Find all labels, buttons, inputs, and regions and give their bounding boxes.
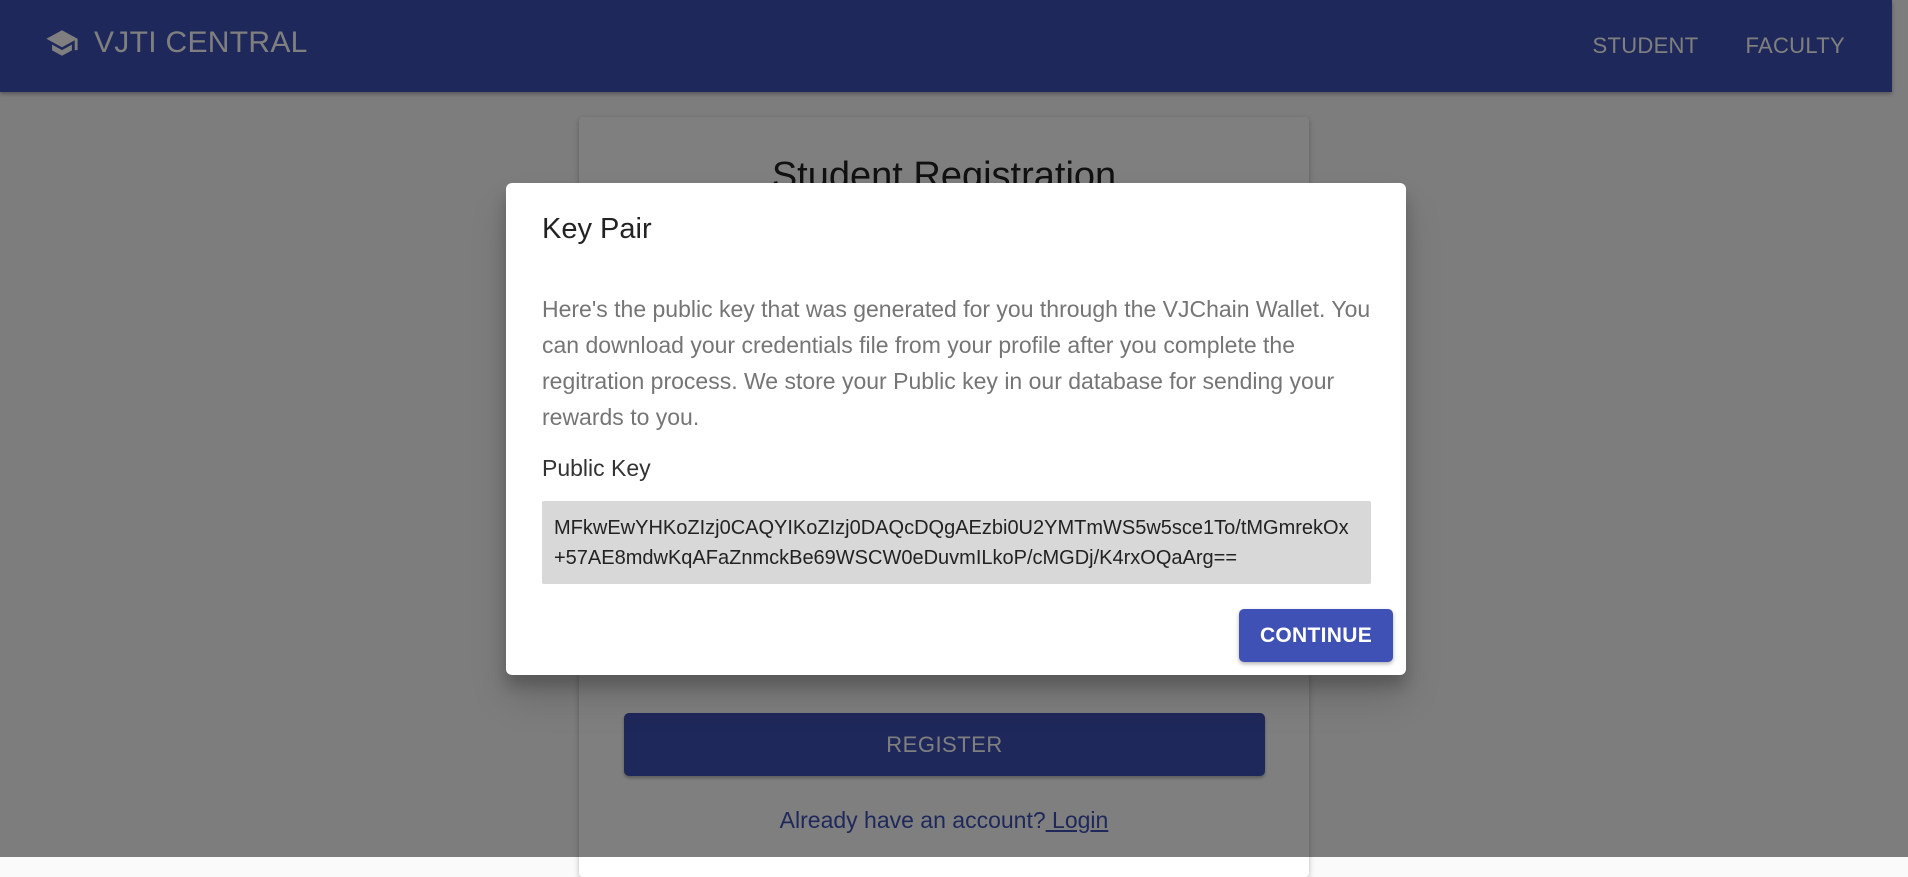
dialog-description: Here's the public key that was generated… xyxy=(542,296,1371,430)
key-pair-dialog: Key Pair Here's the public key that was … xyxy=(506,183,1406,675)
dialog-title: Key Pair xyxy=(542,213,652,245)
public-key-label: Public Key xyxy=(542,455,651,481)
continue-button[interactable]: CONTINUE xyxy=(1239,609,1393,662)
public-key-value[interactable]: MFkwEwYHKoZIzj0CAQYIKoZIzj0DAQcDQgAEzbi0… xyxy=(542,501,1371,584)
